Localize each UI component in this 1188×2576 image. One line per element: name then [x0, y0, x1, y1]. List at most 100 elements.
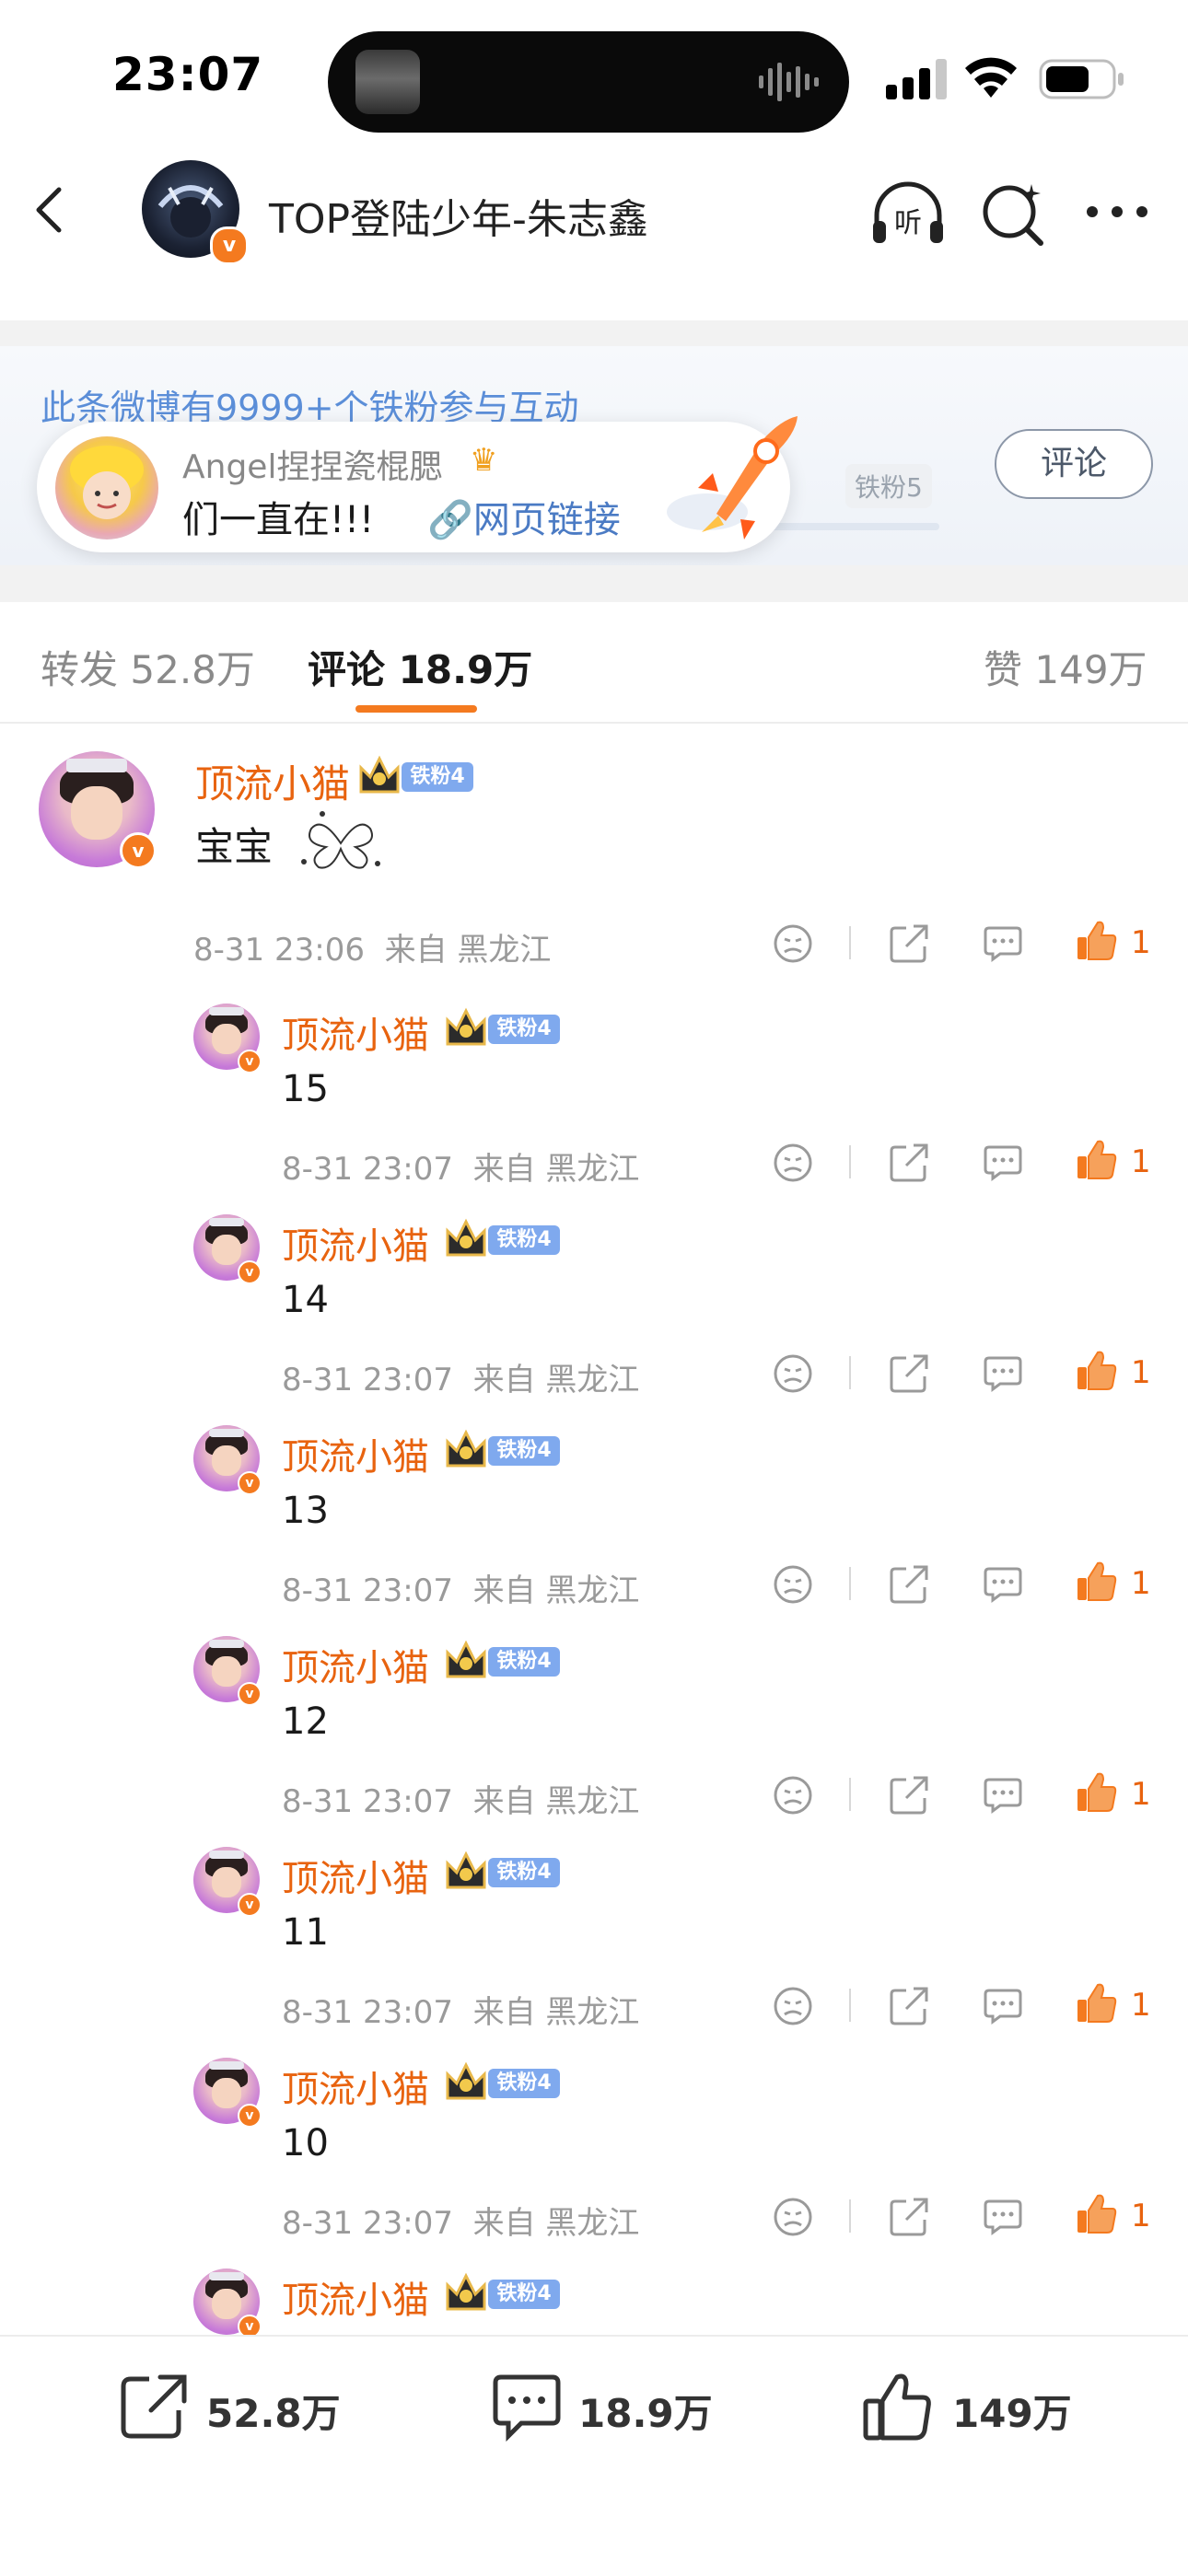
link-icon: 🔗 [427, 499, 473, 541]
reply-username[interactable]: 顶流小猫 [282, 2060, 429, 2113]
comment-icon[interactable] [490, 2372, 564, 2442]
comment-item[interactable]: v 顶流小猫 铁粉4 宝宝 8-31 23:06 来自 黑龙江 1 [0, 724, 1188, 981]
author-name[interactable]: TOP登陆少年-朱志鑫 [269, 186, 648, 245]
reply-text: 13 [282, 1490, 329, 1532]
iron-fan-tag: 铁粉4 [488, 1647, 560, 1677]
tab-comments[interactable]: 评论 18.9万 [308, 639, 532, 695]
iron-fan-tag: 铁粉4 [488, 1015, 560, 1044]
like-thumb-icon[interactable] [1076, 1770, 1118, 1813]
reply-item[interactable]: v 顶流小猫 铁粉4 15 8-31 23:07 来自 黑龙江 1 [0, 1004, 1188, 1214]
back-arrow-icon[interactable] [28, 184, 74, 236]
dislike-face-icon[interactable] [772, 1985, 814, 2027]
tab-count: 18.9万 [398, 647, 533, 692]
like-count: 1 [1131, 2198, 1151, 2234]
like-thumb-icon[interactable] [1076, 1981, 1118, 2024]
reply-username[interactable]: 顶流小猫 [282, 1638, 429, 1691]
dislike-face-icon[interactable] [772, 922, 814, 965]
comment-location: 来自 黑龙江 [384, 932, 552, 969]
like-count: 1 [1131, 924, 1151, 961]
reply-item[interactable]: v 顶流小猫 铁粉4 10 8-31 23:07 来自 黑龙江 1 [0, 2058, 1188, 2269]
reply-time: 8-31 23:07 [282, 1572, 453, 1609]
share-icon[interactable] [888, 2196, 930, 2238]
crown-medal-icon [446, 1429, 486, 1468]
share-icon[interactable] [888, 922, 930, 965]
toast-avatar-art [70, 446, 144, 519]
crown-medal-icon [446, 2272, 486, 2311]
reply-comment-icon[interactable] [982, 1143, 1024, 1182]
dislike-face-icon[interactable] [772, 1774, 814, 1816]
reply-username[interactable]: 顶流小猫 [282, 1005, 429, 1059]
dislike-face-icon[interactable] [772, 1142, 814, 1184]
dislike-face-icon[interactable] [772, 1563, 814, 1606]
action-divider [849, 926, 851, 959]
crown-medal-icon [359, 755, 400, 794]
verified-badge-icon: v [238, 1050, 262, 1073]
reply-comment-icon[interactable] [982, 924, 1024, 963]
reply-comment-icon[interactable] [982, 1776, 1024, 1815]
comment-count[interactable]: 18.9万 [578, 2383, 713, 2439]
reply-item[interactable]: v 顶流小猫 铁粉4 14 8-31 23:07 来自 黑龙江 1 [0, 1214, 1188, 1425]
reply-username[interactable]: 顶流小猫 [282, 1216, 429, 1270]
butterfly-sticker-icon [301, 811, 380, 869]
cellular-signal-icon [886, 59, 947, 99]
repost-count[interactable]: 52.8万 [206, 2383, 341, 2439]
top-nav-bar: v TOP登陆少年-朱志鑫 听 [0, 147, 1188, 271]
dislike-face-icon[interactable] [772, 1352, 814, 1395]
action-divider [849, 1778, 851, 1811]
iron-fan-banner[interactable]: 此条微博有9999+个铁粉参与互动 铁粉5 评论 Angel捏捏瓷棍腮 ♛ 们一… [0, 346, 1188, 565]
dislike-face-icon[interactable] [772, 2196, 814, 2238]
reply-username[interactable]: 顶流小猫 [282, 1427, 429, 1480]
reply-comment-icon[interactable] [982, 1987, 1024, 2025]
tab-likes[interactable]: 赞 149万 [984, 639, 1147, 695]
reply-comment-icon[interactable] [982, 1354, 1024, 1393]
web-link-label: 网页链接 [472, 499, 621, 541]
verified-badge-icon: v [120, 832, 157, 869]
comment-button[interactable]: 评论 [995, 429, 1153, 499]
tab-label: 赞 [984, 647, 1023, 692]
like-thumb-icon[interactable] [1076, 1560, 1118, 1602]
like-thumb-icon[interactable] [1076, 2192, 1118, 2234]
reply-item[interactable]: v 顶流小猫 铁粉4 12 8-31 23:07 来自 黑龙江 1 [0, 1636, 1188, 1847]
like-thumb-icon[interactable] [1076, 919, 1118, 961]
section-divider [0, 565, 1188, 602]
reply-text: 15 [282, 1068, 329, 1110]
reply-location: 来自 黑龙江 [472, 1994, 640, 2031]
like-count[interactable]: 149万 [952, 2383, 1072, 2439]
reply-username[interactable]: 顶流小猫 [282, 2270, 429, 2324]
share-icon[interactable] [888, 1142, 930, 1184]
fan-comment-toast[interactable]: Angel捏捏瓷棍腮 ♛ 们一直在!!! 🔗网页链接 [37, 416, 798, 552]
interaction-tabs: 转发 52.8万 评论 18.9万 赞 149万 [0, 602, 1188, 724]
like-thumb-icon[interactable] [862, 2372, 936, 2442]
like-thumb-icon[interactable] [1076, 1138, 1118, 1180]
action-divider [849, 1145, 851, 1178]
listen-headphones-icon[interactable]: 听 [869, 180, 947, 247]
reply-text: 12 [282, 1700, 329, 1743]
reply-username[interactable]: 顶流小猫 [282, 1849, 429, 1902]
share-icon[interactable] [888, 1352, 930, 1395]
share-icon[interactable] [888, 1774, 930, 1816]
iron-fan-tag: 铁粉4 [488, 2280, 560, 2309]
reply-item[interactable]: v 顶流小猫 铁粉4 13 8-31 23:07 来自 黑龙江 1 [0, 1425, 1188, 1636]
tab-reposts[interactable]: 转发 52.8万 [41, 639, 255, 695]
verified-badge-icon: v [238, 1260, 262, 1284]
web-link[interactable]: 🔗网页链接 [427, 490, 621, 543]
share-icon[interactable] [888, 1563, 930, 1606]
dynamic-island[interactable] [328, 31, 849, 133]
reply-comment-icon[interactable] [982, 2198, 1024, 2236]
like-count: 1 [1131, 1776, 1151, 1813]
repost-icon[interactable] [118, 2372, 192, 2442]
clock: 23:07 [112, 48, 264, 101]
commenter-name[interactable]: 顶流小猫 [195, 753, 350, 809]
like-thumb-icon[interactable] [1076, 1349, 1118, 1391]
more-options-icon[interactable] [1085, 201, 1149, 223]
tab-label: 评论 [308, 647, 386, 692]
iron-fan-tag: 铁粉4 [488, 1436, 560, 1466]
reply-comment-icon[interactable] [982, 1565, 1024, 1604]
reply-time: 8-31 23:07 [282, 1994, 453, 2031]
search-icon[interactable] [978, 180, 1048, 247]
toast-comment-text: 们一直在!!! [182, 499, 375, 541]
reply-item[interactable]: v 顶流小猫 铁粉4 11 8-31 23:07 来自 黑龙江 1 [0, 1847, 1188, 2058]
reply-time: 8-31 23:07 [282, 2205, 453, 2242]
share-icon[interactable] [888, 1985, 930, 2027]
reply-text: 10 [282, 2122, 329, 2164]
